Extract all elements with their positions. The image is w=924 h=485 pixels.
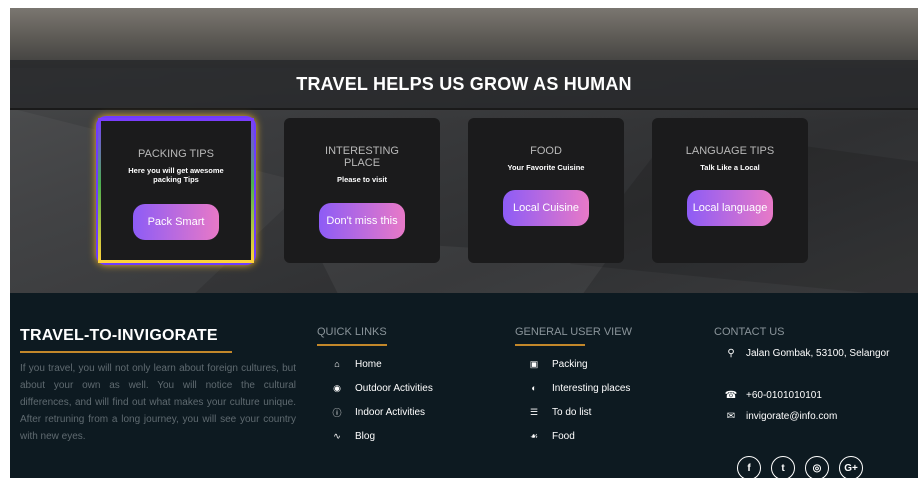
link-home[interactable]: ⌂ Home — [330, 352, 507, 376]
link-label: Outdoor Activities — [355, 382, 433, 394]
hero-banner: TRAVEL HELPS US GROW AS HUMAN — [10, 60, 918, 110]
link-label: Interesting places — [552, 382, 631, 394]
social-links: f t ◎ G+ — [737, 456, 863, 480]
utensils-icon: ☙ — [529, 430, 539, 441]
instagram-icon[interactable]: ◎ — [805, 456, 829, 480]
contact-phone[interactable]: ☎ +60-0101010101 — [714, 390, 914, 401]
card-title: PACKING TIPS — [137, 148, 214, 160]
card-subtitle: Here you will get awesome packing Tips — [128, 166, 224, 184]
info-icon: ⓘ — [332, 407, 342, 418]
link-to-do-list[interactable]: ☰ To do list — [527, 400, 705, 424]
hero-section: TRAVEL HELPS US GROW AS HUMAN PACKING TI… — [10, 8, 918, 293]
hero-title: TRAVEL HELPS US GROW AS HUMAN — [296, 73, 632, 94]
map-marker-icon: ⚲ — [727, 348, 735, 359]
home-icon: ⌂ — [334, 359, 340, 369]
link-outdoor-activities[interactable]: ◉ Outdoor Activities — [330, 376, 507, 400]
card-title: INTERESTING PLACE — [325, 145, 399, 169]
link-packing[interactable]: ▣ Packing — [527, 352, 705, 376]
general-heading: GENERAL USER VIEW — [515, 326, 632, 338]
link-food[interactable]: ☙ Food — [527, 424, 705, 448]
link-label: Blog — [355, 430, 376, 442]
card-subtitle: Your Favorite Cuisine — [507, 163, 585, 172]
card-subtitle: Talk Like a Local — [700, 163, 760, 172]
local-cuisine-button[interactable]: Local Cuisine — [503, 190, 589, 226]
link-interesting-places[interactable]: ◐ Interesting places — [527, 376, 705, 400]
link-label: To do list — [552, 406, 592, 418]
card-packing-tips: PACKING TIPS Here you will get awesome p… — [98, 118, 254, 263]
envelope-icon: ✉ — [726, 411, 736, 422]
mountain-image — [10, 8, 918, 68]
card-title: FOOD — [530, 145, 562, 157]
rss-icon: ∿ — [333, 430, 341, 441]
link-label: Home — [355, 358, 382, 370]
footer: TRAVEL-TO-INVIGORATE If you travel, you … — [10, 293, 918, 480]
card-language-tips: LANGUAGE TIPS Talk Like a Local Local la… — [652, 118, 808, 263]
footer-brand: TRAVEL-TO-INVIGORATE If you travel, you … — [20, 327, 296, 445]
contact-heading: CONTACT US — [714, 326, 785, 338]
contact-address: ⚲ Jalan Gombak, 53100, Selangor — [714, 348, 914, 378]
phone-text: +60-0101010101 — [746, 390, 822, 401]
link-label: Packing — [552, 358, 588, 370]
phone-icon: ☎ — [724, 390, 738, 401]
card-interesting-place: INTERESTING PLACE Please to visit Don't … — [284, 118, 440, 263]
dont-miss-this-button[interactable]: Don't miss this — [319, 203, 405, 239]
twitter-icon[interactable]: t — [771, 456, 795, 480]
heading-divider — [317, 344, 387, 346]
contact-us: CONTACT US ⚲ Jalan Gombak, 53100, Selang… — [714, 326, 914, 422]
google-plus-icon[interactable]: G+ — [839, 456, 863, 480]
facebook-icon[interactable]: f — [737, 456, 761, 480]
link-label: Food — [552, 430, 575, 442]
brand-title: TRAVEL-TO-INVIGORATE — [20, 327, 218, 344]
card-subtitle: Please to visit — [336, 175, 388, 184]
brand-description: If you travel, you will not only learn a… — [20, 363, 296, 442]
list-icon: ☰ — [529, 406, 539, 417]
link-indoor-activities[interactable]: ⓘ Indoor Activities — [330, 400, 507, 424]
globe-icon: ◐ — [531, 383, 537, 393]
quick-links-heading: QUICK LINKS — [317, 326, 387, 338]
link-label: Indoor Activities — [355, 406, 426, 418]
briefcase-icon: ▣ — [529, 358, 539, 369]
pack-smart-button[interactable]: Pack Smart — [133, 204, 219, 240]
general-user-view: GENERAL USER VIEW ▣ Packing ◐ Interestin… — [515, 326, 705, 448]
heading-divider — [515, 344, 585, 346]
card-food: FOOD Your Favorite Cuisine Local Cuisine — [468, 118, 624, 263]
local-language-button[interactable]: Local language — [687, 190, 773, 226]
email-text: invigorate@info.com — [746, 411, 838, 422]
card-title: LANGUAGE TIPS — [685, 145, 775, 157]
quick-links: QUICK LINKS ⌂ Home ◉ Outdoor Activities … — [317, 326, 507, 448]
user-circle-icon: ◉ — [333, 382, 341, 393]
contact-email[interactable]: ✉ invigorate@info.com — [714, 411, 914, 422]
link-blog[interactable]: ∿ Blog — [330, 424, 507, 448]
brand-divider — [20, 351, 232, 353]
tip-cards: PACKING TIPS Here you will get awesome p… — [98, 118, 818, 268]
address-text: Jalan Gombak, 53100, Selangor — [746, 348, 890, 359]
